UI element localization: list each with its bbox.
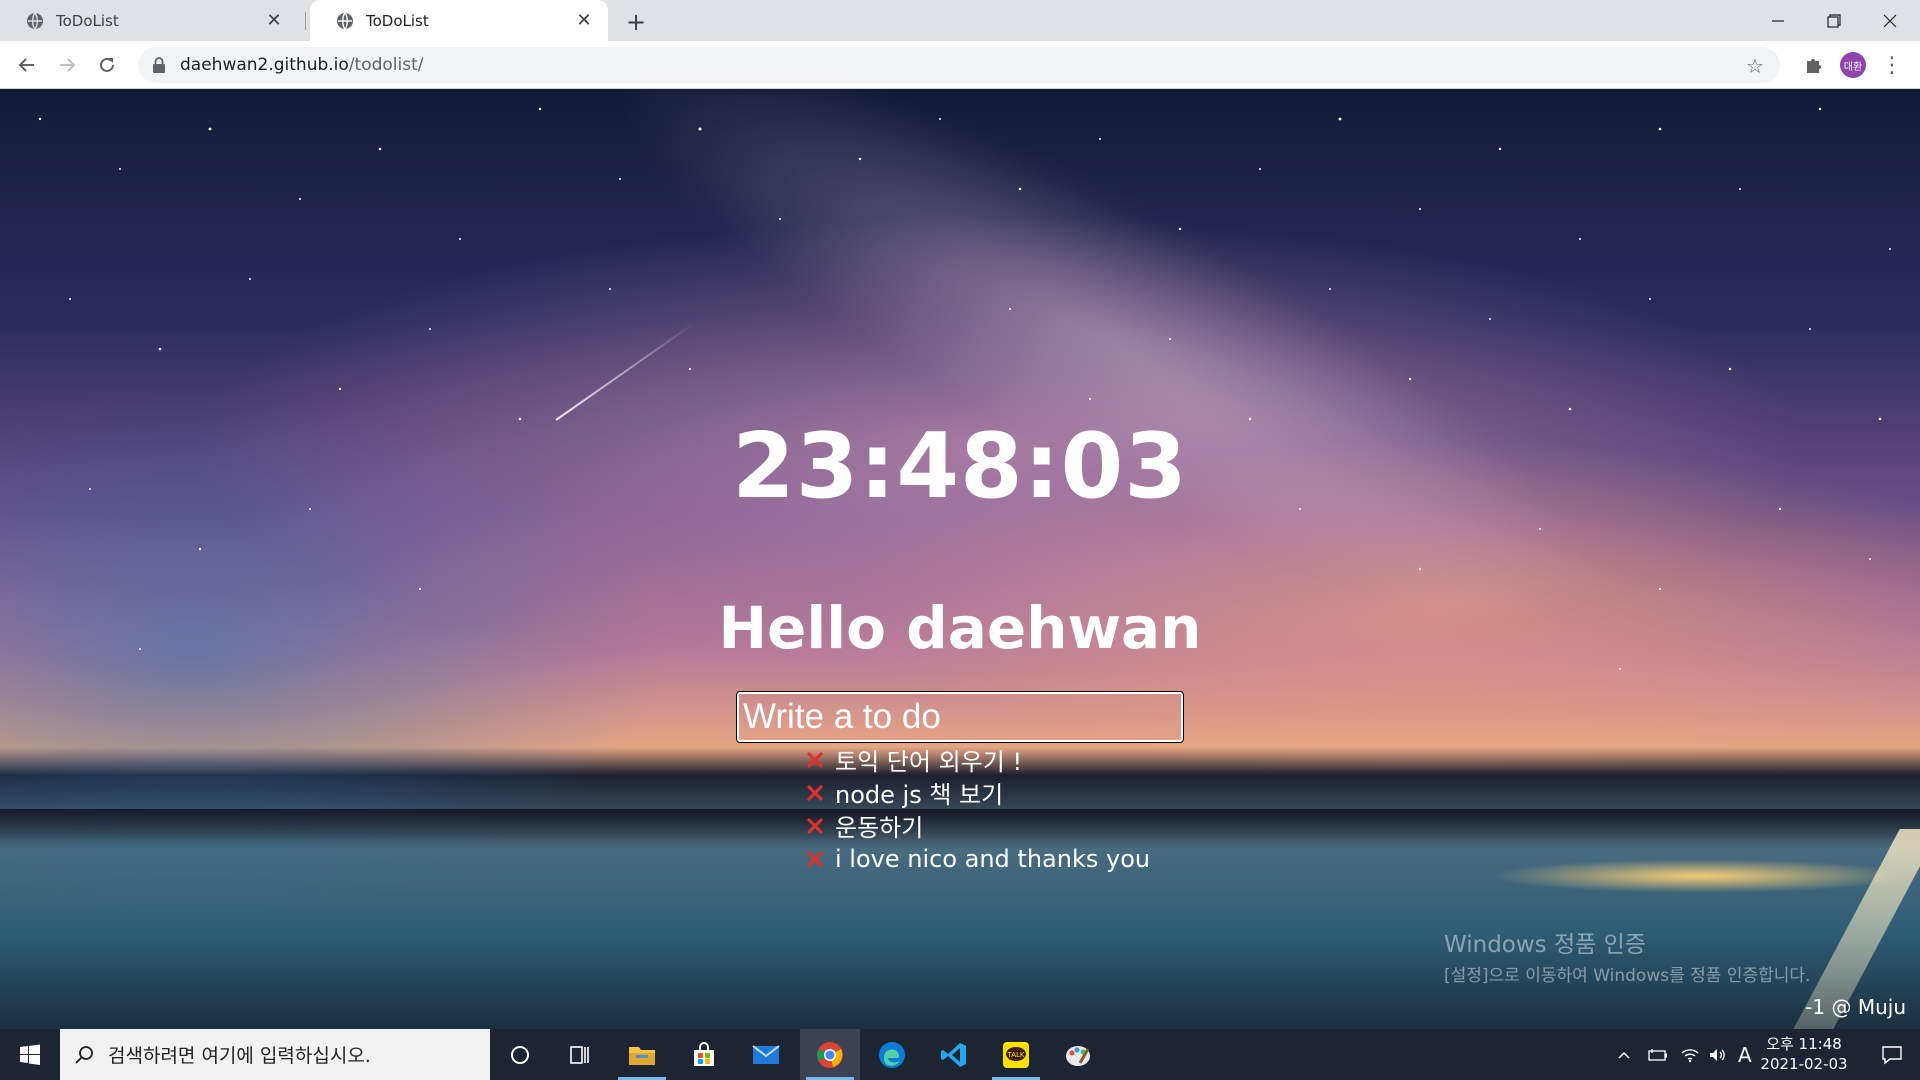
volume-icon[interactable] [1708, 1029, 1728, 1080]
tab-todolist-1[interactable]: ToDoList ✕ [0, 0, 298, 41]
tab-title: ToDoList [56, 11, 119, 30]
file-explorer-icon[interactable] [612, 1029, 672, 1080]
todo-text: 토익 단어 외우기 ! [835, 748, 1023, 776]
list-item: node js 책 보기 [805, 776, 1150, 809]
todo-input[interactable] [736, 691, 1184, 743]
photo-credit: -1 @ Muju [1805, 995, 1906, 1019]
activation-watermark: Windows 정품 인증 [설정]으로 이동하여 Windows를 정품 인증… [1444, 925, 1810, 986]
windows-taskbar: 검색하려면 여기에 입력하십시오. TALK A 오후 11:48 2021-0… [0, 1029, 1920, 1080]
tab-title: ToDoList [366, 11, 429, 30]
tab-close-icon[interactable]: ✕ [264, 10, 284, 31]
reload-icon[interactable] [91, 49, 123, 81]
store-icon[interactable] [674, 1029, 734, 1080]
globe-icon [337, 12, 353, 29]
watermark-subtitle: [설정]으로 이동하여 Windows를 정품 인증합니다. [1444, 966, 1811, 986]
watermark-title: Windows 정품 인증 [1444, 932, 1646, 958]
notification-center-icon[interactable] [1864, 1029, 1920, 1080]
extensions-puzzle-icon[interactable] [1798, 49, 1830, 81]
delete-x-icon[interactable] [805, 849, 825, 869]
todo-text: node js 책 보기 [835, 781, 1004, 809]
vscode-icon[interactable] [924, 1029, 984, 1080]
todo-text: 운동하기 [835, 814, 924, 842]
todo-list: 토익 단어 외우기 ! node js 책 보기 운동하기 i love nic… [805, 743, 1150, 875]
mail-icon[interactable] [736, 1029, 796, 1080]
bookmark-star-icon[interactable]: ☆ [1744, 54, 1766, 78]
svg-text:TALK: TALK [1006, 1051, 1024, 1059]
more-menu-icon[interactable]: ⋮ [1880, 49, 1904, 81]
delete-x-icon[interactable] [805, 750, 825, 770]
edge-icon[interactable] [862, 1029, 922, 1080]
address-bar[interactable]: daehwan2.github.io/todolist/ ☆ [138, 47, 1780, 83]
windows-start-icon[interactable] [0, 1029, 60, 1080]
taskbar-clock[interactable]: 오후 11:48 2021-02-03 [1754, 1034, 1854, 1074]
paint-icon[interactable] [1048, 1029, 1108, 1080]
delete-x-icon[interactable] [805, 816, 825, 836]
minimize-icon[interactable] [1750, 0, 1806, 41]
browser-toolbar: daehwan2.github.io/todolist/ ☆ 대환 ⋮ [0, 41, 1920, 89]
delete-x-icon[interactable] [805, 783, 825, 803]
url-path: /todolist/ [348, 55, 424, 75]
list-item: i love nico and thanks you [805, 842, 1150, 875]
cortana-icon[interactable] [490, 1029, 550, 1080]
taskbar-search[interactable]: 검색하려면 여기에 입력하십시오. [60, 1029, 490, 1080]
tab-strip: ToDoList ✕ ToDoList ✕ + [0, 0, 1920, 41]
tab-close-icon[interactable]: ✕ [574, 10, 594, 31]
restore-icon[interactable] [1806, 0, 1862, 41]
battery-icon[interactable] [1648, 1029, 1668, 1080]
tray-chevron-icon[interactable] [1616, 1029, 1632, 1080]
forward-icon[interactable] [51, 49, 83, 81]
list-item: 토익 단어 외우기 ! [805, 743, 1150, 776]
close-window-icon[interactable] [1862, 0, 1918, 41]
tab-todolist-2[interactable]: ToDoList ✕ [310, 0, 608, 41]
chrome-icon[interactable] [800, 1029, 860, 1080]
profile-avatar[interactable]: 대환 [1840, 52, 1866, 78]
task-view-icon[interactable] [550, 1029, 610, 1080]
url-host: daehwan2.github.io [180, 55, 349, 75]
back-icon[interactable] [11, 49, 43, 81]
tab-divider [305, 12, 306, 30]
list-item: 운동하기 [805, 809, 1150, 842]
page-viewport: 23:48:03 Hello daehwan 토익 단어 외우기 ! node … [0, 89, 1920, 1029]
new-tab-button[interactable]: + [622, 8, 650, 36]
taskbar-date: 2021-02-03 [1760, 1055, 1848, 1073]
kakaotalk-icon[interactable]: TALK [986, 1029, 1046, 1080]
todo-text: i love nico and thanks you [835, 844, 1151, 873]
ime-indicator[interactable]: A [1738, 1029, 1752, 1080]
globe-icon [27, 12, 43, 29]
lock-icon [153, 57, 165, 73]
wifi-icon[interactable] [1680, 1029, 1700, 1080]
search-placeholder: 검색하려면 여기에 입력하십시오. [108, 1045, 371, 1067]
clock-display: 23:48:03 [732, 414, 1188, 519]
taskbar-time: 오후 11:48 [1766, 1035, 1842, 1053]
search-icon [75, 1045, 93, 1064]
city-lights-glow [1490, 859, 1910, 893]
greeting-text: Hello daehwan [718, 594, 1202, 662]
